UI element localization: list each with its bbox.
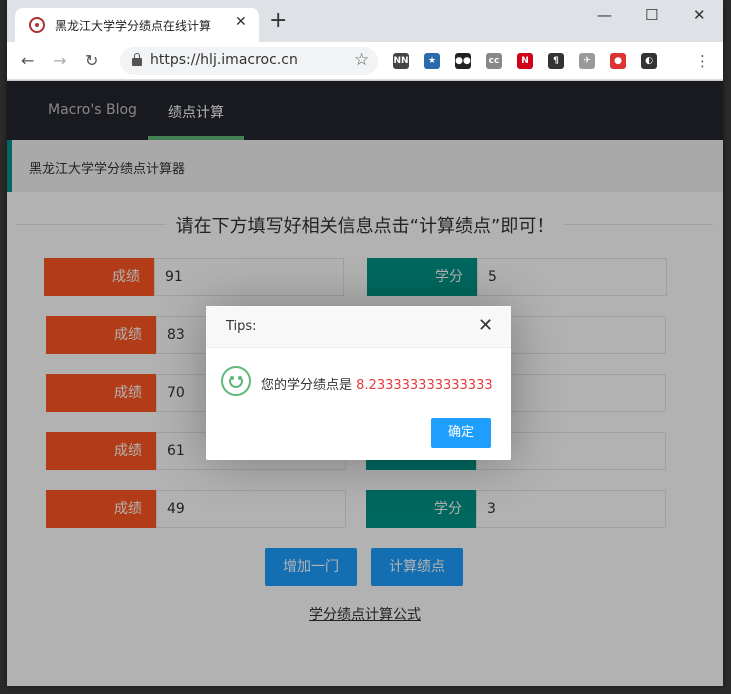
tab-close-icon[interactable]: ✕ bbox=[235, 14, 247, 30]
forward-icon[interactable]: → bbox=[53, 51, 66, 70]
extension-pilcrow-icon[interactable]: ¶ bbox=[548, 53, 564, 69]
extension-star-icon[interactable]: ★ bbox=[424, 53, 440, 69]
extension-avatar-icon[interactable]: ◐ bbox=[641, 53, 657, 69]
confirm-button[interactable]: 确定 bbox=[431, 418, 491, 448]
extension-bird-icon[interactable]: ✈ bbox=[579, 53, 595, 69]
title-bar: 黑龙江大学学分绩点在线计算 ✕ + — ☐ ✕ bbox=[7, 0, 723, 42]
favicon-icon bbox=[29, 17, 45, 33]
url-text: https://hlj.imacroc.cn bbox=[150, 52, 298, 68]
maximize-button[interactable]: ☐ bbox=[645, 6, 658, 24]
dialog-message: 您的学分绩点是 8.233333333333333 bbox=[261, 374, 493, 393]
dialog-header: Tips: ✕ bbox=[206, 306, 511, 348]
background-editor bbox=[0, 80, 7, 694]
minimize-button[interactable]: — bbox=[597, 6, 612, 24]
dialog-title: Tips: bbox=[226, 319, 257, 334]
browser-toolbar: ← → ↻ https://hlj.imacroc.cn ☆ NN ★ ●● cc N ¶… bbox=[7, 42, 723, 80]
tips-dialog: Tips: ✕ 您的学分绩点是 8.233333333333333 确定 bbox=[206, 306, 511, 460]
extension-mask-icon[interactable]: ●● bbox=[455, 53, 471, 69]
tab-title: 黑龙江大学学分绩点在线计算 bbox=[55, 19, 212, 33]
new-tab-button[interactable]: + bbox=[269, 10, 287, 32]
bookmark-star-icon[interactable]: ☆ bbox=[354, 50, 369, 70]
extension-nn-icon[interactable]: NN bbox=[393, 53, 409, 69]
dialog-close-icon[interactable]: ✕ bbox=[478, 315, 493, 336]
address-bar[interactable]: https://hlj.imacroc.cn ☆ bbox=[120, 47, 378, 75]
extension-record-icon[interactable]: ● bbox=[610, 53, 626, 69]
back-icon[interactable]: ← bbox=[21, 51, 34, 70]
close-window-button[interactable]: ✕ bbox=[693, 6, 706, 24]
message-text: 您的学分绩点是 bbox=[261, 378, 353, 393]
gpa-value: 8.233333333333333 bbox=[356, 378, 493, 393]
reload-icon[interactable]: ↻ bbox=[85, 51, 98, 70]
lock-icon bbox=[132, 53, 142, 66]
extension-netflix-icon[interactable]: N bbox=[517, 53, 533, 69]
extension-cc-icon[interactable]: cc bbox=[486, 53, 502, 69]
browser-menu-icon[interactable]: ⋮ bbox=[695, 52, 710, 70]
smile-icon bbox=[221, 366, 251, 396]
browser-tab[interactable]: 黑龙江大学学分绩点在线计算 ✕ bbox=[15, 8, 259, 42]
